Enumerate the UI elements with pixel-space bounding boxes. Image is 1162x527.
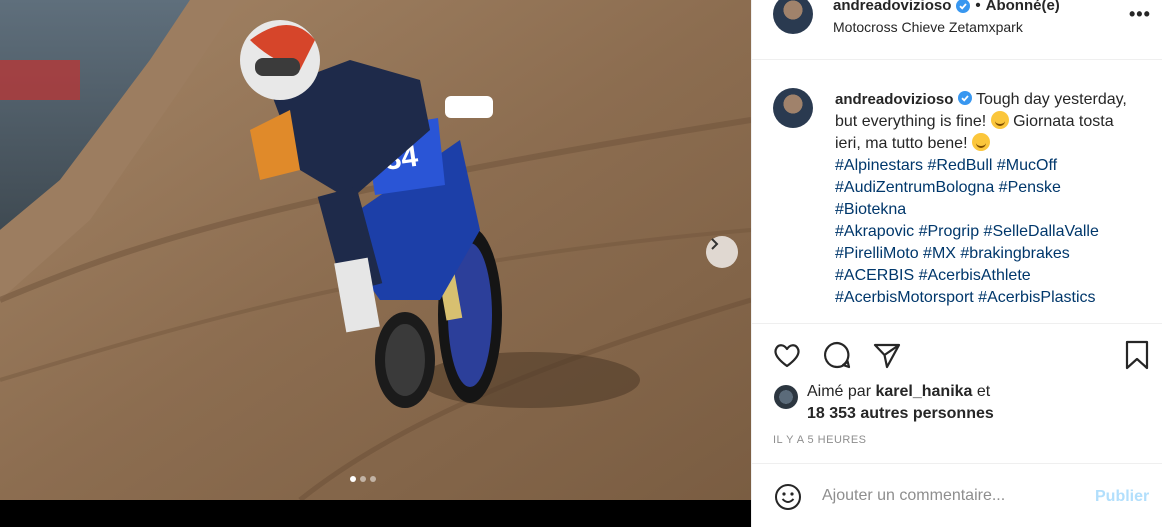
media-bottom-strip xyxy=(0,500,751,527)
comment-bar: Publier xyxy=(752,463,1162,527)
liker-avatar[interactable] xyxy=(774,385,798,409)
smiley-icon[interactable] xyxy=(774,483,802,511)
post-header: andreadovizioso • Abonné(e) Motocross Ch… xyxy=(752,0,1162,60)
hashtag-link[interactable]: #Alpinestars xyxy=(835,157,923,174)
liker-username[interactable]: karel_hanika xyxy=(875,383,972,400)
action-bar xyxy=(752,323,1162,383)
verified-badge-icon xyxy=(957,91,972,105)
hashtag-link[interactable]: #Progrip xyxy=(919,223,979,240)
hashtag-link[interactable]: #Penske xyxy=(999,179,1061,196)
post-media[interactable]: 634 xyxy=(0,0,751,500)
header-username[interactable]: andreadovizioso xyxy=(833,0,951,14)
hashtag-link[interactable]: #MX xyxy=(923,245,956,262)
hashtag-link[interactable]: #Akrapovic xyxy=(835,223,914,240)
publish-button[interactable]: Publier xyxy=(1095,488,1149,506)
avatar[interactable] xyxy=(773,0,813,34)
more-options-button[interactable]: ••• xyxy=(1129,4,1151,25)
hashtag-link[interactable]: #ACERBIS xyxy=(835,267,914,284)
comment-bubble-icon[interactable] xyxy=(822,340,852,370)
smiling-emoji-icon xyxy=(990,111,1009,129)
carousel-dot xyxy=(370,476,376,482)
carousel-indicator xyxy=(350,476,376,482)
heart-icon[interactable] xyxy=(772,340,802,370)
bookmark-icon[interactable] xyxy=(1122,340,1152,370)
comments-section[interactable]: andreadovizioso Tough day yesterday, but… xyxy=(752,61,1162,323)
hashtag-link[interactable]: #AcerbisPlastics xyxy=(978,289,1095,306)
paper-plane-icon[interactable] xyxy=(872,340,902,370)
likes-line: Aimé par karel_hanika et xyxy=(807,381,990,403)
hashtag-link[interactable]: #PirelliMoto xyxy=(835,245,919,262)
comment-input[interactable] xyxy=(822,484,1082,508)
location-link[interactable]: Motocross Chieve Zetamxpark xyxy=(833,19,1023,35)
post-caption: andreadovizioso Tough day yesterday, but… xyxy=(835,89,1135,309)
hashtag-link[interactable]: #SelleDallaValle xyxy=(984,223,1099,240)
hashtag-link[interactable]: #AcerbisAthlete xyxy=(919,267,1031,284)
post-panel: andreadovizioso • Abonné(e) Motocross Ch… xyxy=(751,0,1162,527)
hashtag-link[interactable]: #MucOff xyxy=(997,157,1057,174)
caption-avatar[interactable] xyxy=(773,88,813,128)
likes-others-link[interactable]: 18 353 autres personnes xyxy=(807,403,994,425)
carousel-dot xyxy=(350,476,356,482)
chevron-right-icon xyxy=(711,238,719,250)
likes-suffix: et xyxy=(976,383,991,400)
hashtag-link[interactable]: #AcerbisMotorsport xyxy=(835,289,974,306)
follow-status[interactable]: Abonné(e) xyxy=(986,0,1060,14)
likes-prefix: Aimé par xyxy=(807,383,872,400)
header-user-line: andreadovizioso • Abonné(e) xyxy=(833,0,1060,14)
caption-username[interactable]: andreadovizioso xyxy=(835,91,953,108)
hashtag-link[interactable]: #RedBull xyxy=(928,157,993,174)
header-separator: • xyxy=(975,0,981,14)
carousel-dot xyxy=(360,476,366,482)
motocross-photo: 634 xyxy=(0,0,751,500)
verified-badge-icon xyxy=(956,0,971,13)
next-slide-button[interactable] xyxy=(706,236,738,268)
post-timestamp[interactable]: IL Y A 5 HEURES xyxy=(773,434,867,446)
hashtag-link[interactable]: #Biotekna xyxy=(835,201,906,218)
hashtag-link[interactable]: #brakingbrakes xyxy=(960,245,1069,262)
smiling-emoji-icon xyxy=(971,133,990,151)
hashtag-link[interactable]: #AudiZentrumBologna xyxy=(835,179,994,196)
